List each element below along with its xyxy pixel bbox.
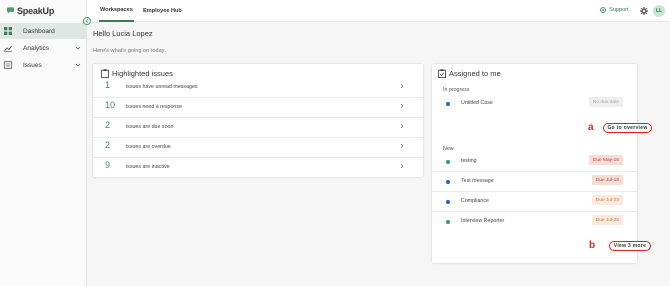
highlighted-issues-card: Highlighted issues 1 issues have unread …: [93, 64, 423, 177]
page-title: Hello Lucia Lopez: [93, 29, 153, 38]
analytics-icon: [4, 45, 12, 52]
issue-description: issues have unread messages: [126, 84, 198, 90]
sidebar-item-dashboard[interactable]: Dashboard: [0, 23, 87, 39]
issue-count: 2: [105, 140, 111, 150]
status-dot: [446, 200, 450, 204]
sidebar-collapse-button[interactable]: [83, 17, 91, 25]
clipboard-icon: [101, 69, 109, 78]
issue-count: 2: [105, 120, 111, 130]
issue-summary-row[interactable]: 2 issues are overdue: [93, 138, 423, 158]
sidebar-item-label: Dashboard: [23, 27, 55, 35]
status-dot: [446, 180, 450, 184]
chevron-down-icon[interactable]: [75, 45, 81, 51]
brand-logo[interactable]: SpeakUp: [6, 5, 54, 17]
task-row[interactable]: testing Due May-16: [432, 152, 637, 172]
issue-description: issues need a response: [126, 104, 182, 110]
due-badge: No due date: [588, 97, 623, 107]
gear-icon[interactable]: [640, 7, 648, 15]
issue-count: 9: [105, 160, 111, 170]
chevron-right-icon: [400, 103, 404, 109]
tab-workspaces[interactable]: Workspaces: [99, 0, 134, 22]
tab-employee-hub[interactable]: Employee Hub: [143, 0, 182, 22]
sidebar: SpeakUp Dashboard Analytics Issues: [0, 0, 87, 286]
in-progress-label: In progress: [443, 87, 470, 93]
due-badge: Due Jul-25: [591, 215, 623, 225]
dashboard-icon: [4, 27, 12, 35]
task-row[interactable]: Compliance Due Jul-23: [432, 192, 637, 212]
status-dot: [446, 160, 450, 164]
support-label: Support: [609, 7, 629, 13]
task-row[interactable]: Untitled Case No due date: [432, 94, 637, 114]
task-row[interactable]: Test message Due Jul-18: [432, 172, 637, 192]
sidebar-item-analytics[interactable]: Analytics: [0, 40, 87, 56]
assigned-to-me-card: Assigned to me In progress Untitled Case…: [432, 64, 652, 263]
task-name: Untitled Case: [461, 100, 493, 106]
due-badge: Due Jul-18: [591, 175, 623, 185]
chevron-right-icon: [400, 123, 404, 129]
go-to-overview-button[interactable]: Go to overview: [603, 123, 652, 133]
highlighted-issues-title: Highlighted issues: [101, 69, 173, 78]
status-dot: [446, 220, 450, 224]
support-icon: [600, 7, 606, 13]
chevron-right-icon: [400, 163, 404, 169]
annotation-marker-b: b: [589, 240, 596, 251]
issue-count: 1: [105, 80, 111, 90]
status-dot: [446, 102, 450, 106]
avatar[interactable]: LL: [653, 5, 665, 17]
sidebar-item-issues[interactable]: Issues: [0, 57, 87, 73]
assigned-title: Assigned to me: [438, 69, 501, 78]
annotation-marker-a: a: [588, 122, 594, 133]
sidebar-item-label: Issues: [23, 61, 42, 69]
issue-summary-row[interactable]: 9 issues are inactive: [93, 158, 423, 178]
page-subtitle: Here's what's going on today.: [93, 48, 166, 54]
brand-name: SpeakUp: [17, 6, 55, 16]
sidebar-item-label: Analytics: [23, 44, 50, 52]
clipboard-check-icon: [438, 69, 446, 78]
chevron-right-icon: [400, 83, 404, 89]
issue-description: issues are overdue: [126, 144, 171, 150]
issues-icon: [4, 61, 12, 69]
view-more-button[interactable]: View 3 more: [609, 241, 651, 251]
task-name: Interview Reporter: [461, 218, 505, 224]
task-row[interactable]: Interview Reporter Due Jul-25: [432, 212, 637, 232]
task-name: Compliance: [461, 198, 489, 204]
speakup-logo-icon: [6, 7, 15, 14]
task-name: testing: [461, 158, 477, 164]
issue-summary-row[interactable]: 1 issues have unread messages: [93, 78, 423, 98]
issue-description: issues are due soon: [126, 124, 174, 130]
chevron-left-icon: [85, 18, 89, 24]
task-name: Test message: [461, 178, 494, 184]
due-badge: Due Jul-23: [591, 195, 623, 205]
issue-summary-row[interactable]: 2 issues are due soon: [93, 118, 423, 138]
issue-description: issues are inactive: [126, 164, 170, 170]
issue-count: 10: [105, 100, 116, 110]
issue-summary-row[interactable]: 10 issues need a response: [93, 98, 423, 118]
support-link[interactable]: Support: [600, 7, 629, 13]
chevron-down-icon[interactable]: [75, 62, 81, 68]
due-badge: Due May-16: [588, 155, 623, 165]
chevron-right-icon: [400, 143, 404, 149]
top-bar: Workspaces Employee Hub Support LL: [87, 0, 670, 22]
